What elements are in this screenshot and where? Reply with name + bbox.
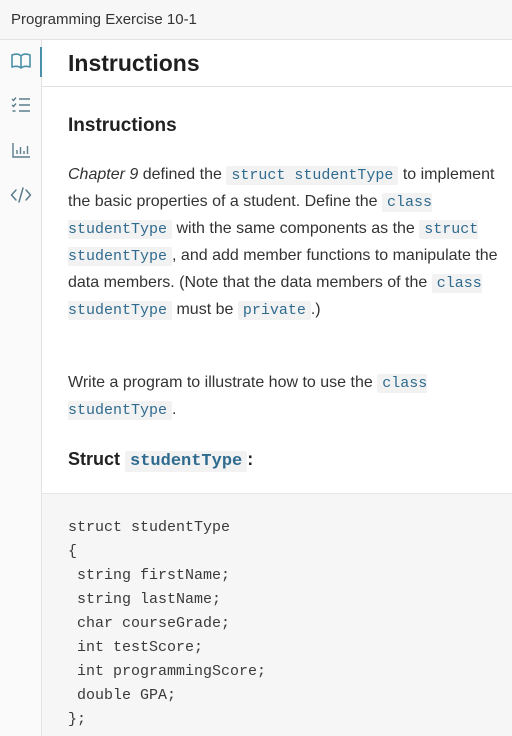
text-segment: Write a program to illustrate how to use… <box>68 374 378 391</box>
struct-heading: Struct studentType: <box>68 449 254 472</box>
bar-chart-icon <box>11 141 31 159</box>
struct-heading-suffix: : <box>247 449 254 469</box>
instructions-panel: Instructions Chapter 9 defined the struc… <box>42 87 512 736</box>
chapter-reference: Chapter 9 <box>68 166 139 183</box>
inline-code: studentType <box>125 451 248 472</box>
text-segment: . <box>172 401 177 418</box>
sidebar <box>0 40 42 736</box>
text-segment: defined the <box>138 166 227 183</box>
content-header: Instructions <box>42 40 512 87</box>
code-line: }; <box>68 711 87 728</box>
window-title-bar: Programming Exercise 10-1 <box>0 0 512 40</box>
sidebar-item-code[interactable] <box>0 174 41 216</box>
instructions-paragraph-1: Chapter 9 defined the struct studentType… <box>68 162 498 324</box>
text-segment: .) <box>310 301 321 318</box>
sidebar-item-tasks[interactable] <box>0 84 41 126</box>
code-line: int testScore; <box>68 639 204 656</box>
inline-code: private <box>237 301 311 320</box>
window-title: Programming Exercise 10-1 <box>11 11 197 28</box>
code-block: struct studentType { string firstName; s… <box>42 493 512 736</box>
text-segment: with the same components as the <box>172 220 420 237</box>
inline-code: struct studentType <box>226 166 399 185</box>
page-title: Instructions <box>68 49 200 76</box>
code-line: { <box>68 543 78 560</box>
code-line: int programmingScore; <box>68 663 267 680</box>
section-title: Instructions <box>68 115 177 136</box>
instructions-paragraph-2: Write a program to illustrate how to use… <box>68 370 498 424</box>
checklist-icon <box>11 96 31 114</box>
code-line: string firstName; <box>68 567 231 584</box>
text-segment: must be <box>172 301 238 318</box>
sidebar-item-instructions[interactable] <box>0 40 42 82</box>
struct-heading-prefix: Struct <box>68 449 126 469</box>
code-line: double GPA; <box>68 687 177 704</box>
code-line: char courseGrade; <box>68 615 231 632</box>
sidebar-item-results[interactable] <box>0 129 41 171</box>
book-icon <box>10 52 32 70</box>
code-icon <box>10 186 32 204</box>
code-line: string lastName; <box>68 591 222 608</box>
code-line: struct studentType <box>68 519 231 536</box>
